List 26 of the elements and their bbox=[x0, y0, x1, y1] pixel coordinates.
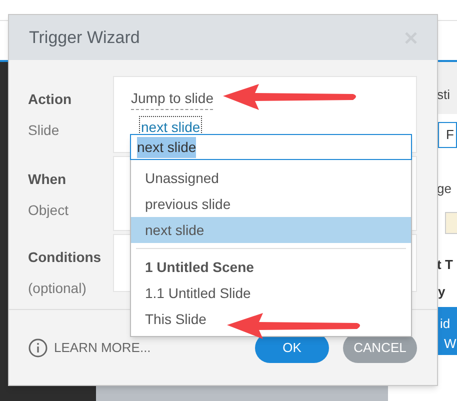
background-text: y bbox=[438, 283, 446, 301]
dialog-title: Trigger Wizard bbox=[29, 26, 140, 49]
dropdown-option[interactable]: This Slide bbox=[131, 306, 411, 332]
dropdown-option[interactable]: 1.1 Untitled Slide bbox=[131, 280, 411, 306]
input-text: next slide bbox=[137, 136, 196, 158]
dropdown-option[interactable]: previous slide bbox=[131, 191, 411, 217]
action-dropdown[interactable]: Jump to slide bbox=[131, 88, 214, 110]
background-icon bbox=[445, 212, 457, 234]
dropdown-input[interactable]: next slide bbox=[130, 134, 412, 160]
section-label: (optional) bbox=[28, 279, 88, 298]
group-header[interactable]: 1 Untitled Scene bbox=[131, 254, 411, 280]
background-text: F bbox=[446, 126, 454, 144]
background-text: ge bbox=[437, 180, 452, 198]
section-title: Action bbox=[28, 90, 73, 109]
section-label: Object bbox=[28, 201, 70, 220]
info-icon bbox=[28, 338, 48, 358]
background-text: sti bbox=[437, 86, 450, 104]
section-title: When bbox=[28, 170, 68, 189]
section-label: Slide bbox=[28, 121, 60, 140]
dropdown-option[interactable]: next slide bbox=[131, 217, 411, 243]
section-title: Conditions bbox=[28, 248, 102, 267]
background-text: W bbox=[444, 335, 456, 353]
dropdown-option[interactable]: Unassigned bbox=[131, 165, 411, 191]
learn-more-link[interactable]: LEARN MORE... bbox=[54, 338, 151, 358]
selected-row bbox=[437, 307, 457, 355]
background-text: id bbox=[440, 315, 450, 333]
